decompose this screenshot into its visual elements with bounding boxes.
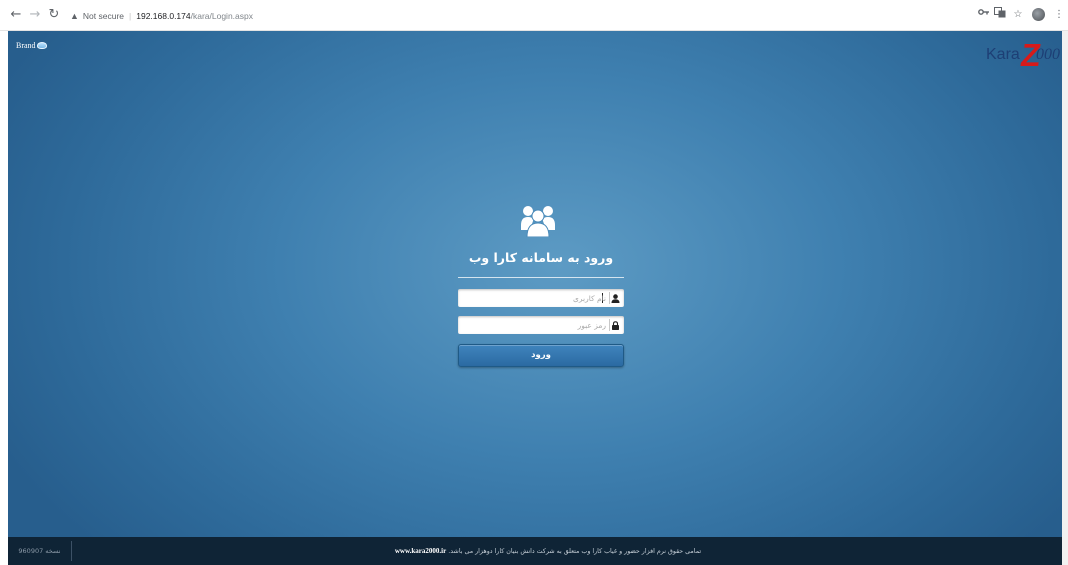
profile-avatar[interactable] <box>1032 8 1045 21</box>
login-page: Brand Kara Z 000 ورود به سامانه کارا وب … <box>8 31 1068 565</box>
kara2000-logo: Kara Z 000 <box>986 37 1066 73</box>
password-field[interactable] <box>458 316 624 334</box>
password-input[interactable] <box>461 316 606 334</box>
forward-arrow-icon[interactable]: → <box>27 6 43 24</box>
url-host: 192.168.0.174 <box>136 10 191 21</box>
browser-toolbar: ← → ↻ ▲ Not secure | 192.168.0.174 /kara… <box>0 0 1068 31</box>
translate-icon[interactable] <box>993 7 1007 23</box>
copyright-statement: تمامی حقوق نرم افزار حضور و غیاب کارا وب… <box>448 548 702 555</box>
reload-icon[interactable]: ↻ <box>46 6 62 24</box>
login-title: ورود به سامانه کارا وب <box>468 250 614 265</box>
url-separator: | <box>129 10 132 21</box>
star-icon[interactable]: ☆ <box>1011 7 1025 23</box>
brand-logo: Brand <box>16 41 47 50</box>
back-arrow-icon[interactable]: ← <box>8 6 24 24</box>
page-gutter <box>1062 31 1068 565</box>
login-button[interactable]: ورود <box>458 344 624 367</box>
copyright-text: تمامی حقوق نرم افزار حضور و غیاب کارا وب… <box>368 537 728 565</box>
logo-kara-text: Kara <box>986 46 1020 63</box>
footer-bar: نسخه 960907 تمامی حقوق نرم افزار حضور و … <box>8 537 1068 565</box>
url-path: /kara/Login.aspx <box>190 10 253 21</box>
version-label: نسخه 960907 <box>18 547 61 555</box>
username-input[interactable] <box>461 289 606 307</box>
website-link[interactable]: www.kara2000.ir <box>395 547 446 555</box>
warning-icon: ▲ <box>70 10 79 21</box>
address-bar[interactable]: ▲ Not secure | 192.168.0.174 /kara/Login… <box>70 6 253 25</box>
user-icon <box>609 292 621 304</box>
cloud-icon <box>36 42 47 49</box>
key-icon[interactable] <box>977 7 991 23</box>
lock-icon <box>609 319 621 331</box>
security-label: Not secure <box>82 10 125 21</box>
logo-number-text: 000 <box>1036 46 1060 63</box>
footer-divider <box>71 541 72 561</box>
menu-dots-icon[interactable]: ⋮ <box>1052 7 1066 23</box>
title-divider <box>458 277 624 278</box>
brand-text: Brand <box>16 41 36 50</box>
username-field[interactable] <box>458 289 624 307</box>
users-icon <box>521 206 555 237</box>
